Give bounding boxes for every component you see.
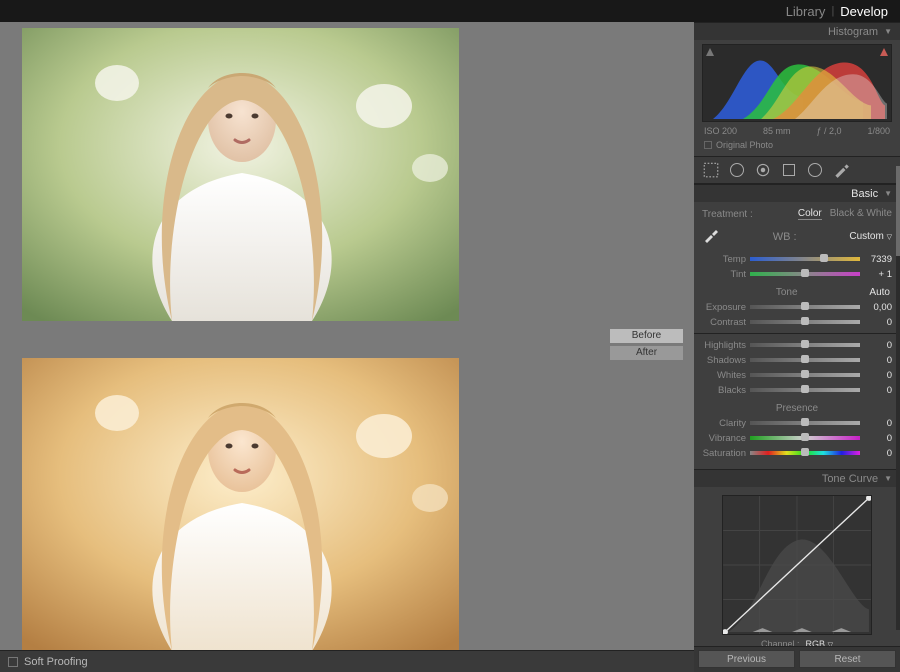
preview-workspace: Before After Soft Proofing (0, 22, 694, 672)
vibrance-value[interactable]: 0 (864, 433, 892, 444)
scrollbar-thumb[interactable] (896, 166, 900, 256)
treatment-label: Treatment : (702, 209, 753, 220)
exif-aperture: ƒ / 2,0 (816, 126, 841, 136)
triangle-down-icon: ▼ (884, 189, 892, 198)
eyedropper-icon[interactable] (702, 226, 720, 247)
treatment-color[interactable]: Color (798, 208, 822, 220)
shadows-value[interactable]: 0 (864, 355, 892, 366)
treatment-bw[interactable]: Black & White (830, 208, 892, 220)
clarity-slider[interactable] (750, 421, 860, 425)
exposure-value[interactable]: 0,00 (864, 302, 892, 313)
preview-after[interactable] (22, 358, 459, 651)
previous-button[interactable]: Previous (698, 650, 795, 668)
highlights-slider[interactable] (750, 343, 860, 347)
tone-curve-header[interactable]: Tone Curve▼ (694, 469, 900, 487)
blacks-slider[interactable] (750, 388, 860, 392)
wb-label: WB : (720, 231, 849, 243)
tone-curve-panel: Channel : RGB ▽ (694, 487, 900, 655)
panel-footer: Previous Reset (694, 646, 900, 672)
square-icon (704, 141, 712, 149)
soft-proofing-label: Soft Proofing (24, 656, 88, 668)
spot-tool[interactable] (728, 161, 746, 179)
tab-separator: | (831, 5, 834, 17)
shadows-slider[interactable] (750, 358, 860, 362)
wb-dropdown[interactable]: Custom ▽ (849, 231, 892, 242)
exif-shutter: 1/800 (867, 126, 890, 136)
vibrance-label: Vibrance (702, 433, 746, 444)
exif-iso: ISO 200 (704, 126, 737, 136)
histogram-header[interactable]: Histogram▼ (694, 22, 900, 40)
crop-tool[interactable] (702, 161, 720, 179)
exif-row: ISO 200 85 mm ƒ / 2,0 1/800 (694, 124, 900, 138)
presence-label: Presence (776, 403, 818, 414)
exposure-label: Exposure (702, 302, 746, 313)
blacks-value[interactable]: 0 (864, 385, 892, 396)
clarity-label: Clarity (702, 418, 746, 429)
saturation-slider[interactable] (750, 451, 860, 455)
contrast-value[interactable]: 0 (864, 317, 892, 328)
vibrance-slider[interactable] (750, 436, 860, 440)
reset-button[interactable]: Reset (799, 650, 896, 668)
highlights-label: Highlights (702, 340, 746, 351)
saturation-label: Saturation (702, 448, 746, 459)
radial-tool[interactable] (806, 161, 824, 179)
highlights-value[interactable]: 0 (864, 340, 892, 351)
original-photo-row[interactable]: Original Photo (694, 138, 900, 156)
redeye-tool[interactable] (754, 161, 772, 179)
triangle-down-icon: ▼ (884, 474, 892, 483)
shadows-label: Shadows (702, 355, 746, 366)
before-label: Before (610, 329, 683, 343)
right-panel: Histogram▼ ISO 200 85 mm ƒ / 2,0 1/800 O… (694, 22, 900, 672)
highlight-clip-icon[interactable] (879, 47, 889, 57)
brush-tool[interactable] (832, 161, 850, 179)
soft-proofing-checkbox[interactable] (8, 657, 18, 667)
toolstrip (694, 156, 900, 184)
whites-slider[interactable] (750, 373, 860, 377)
tint-label: Tint (702, 269, 746, 280)
toolbar-bottom: Soft Proofing (0, 650, 694, 672)
saturation-value[interactable]: 0 (864, 448, 892, 459)
blacks-label: Blacks (702, 385, 746, 396)
module-switcher: Library | Develop (0, 0, 900, 22)
histogram-chart[interactable] (702, 44, 892, 122)
exif-focal: 85 mm (763, 126, 791, 136)
basic-panel: Treatment : Color Black & White WB : Cus… (694, 202, 900, 469)
tone-curve-chart[interactable] (722, 495, 872, 635)
whites-label: Whites (702, 370, 746, 381)
exposure-slider[interactable] (750, 305, 860, 309)
whites-value[interactable]: 0 (864, 370, 892, 381)
temp-label: Temp (702, 254, 746, 265)
temp-slider[interactable] (750, 257, 860, 261)
tint-slider[interactable] (750, 272, 860, 276)
tab-develop[interactable]: Develop (840, 4, 888, 19)
clarity-value[interactable]: 0 (864, 418, 892, 429)
tone-label: Tone (776, 287, 798, 298)
basic-header[interactable]: Basic▼ (694, 184, 900, 202)
preview-before[interactable] (22, 28, 459, 321)
temp-value[interactable]: 7339 (864, 254, 892, 265)
contrast-slider[interactable] (750, 320, 860, 324)
triangle-down-icon: ▼ (884, 27, 892, 36)
after-label: After (610, 346, 683, 360)
contrast-label: Contrast (702, 317, 746, 328)
tint-value[interactable]: + 1 (864, 269, 892, 280)
auto-tone-button[interactable]: Auto (869, 287, 890, 298)
shadow-clip-icon[interactable] (705, 47, 715, 57)
tab-library[interactable]: Library (786, 4, 826, 19)
gradient-tool[interactable] (780, 161, 798, 179)
